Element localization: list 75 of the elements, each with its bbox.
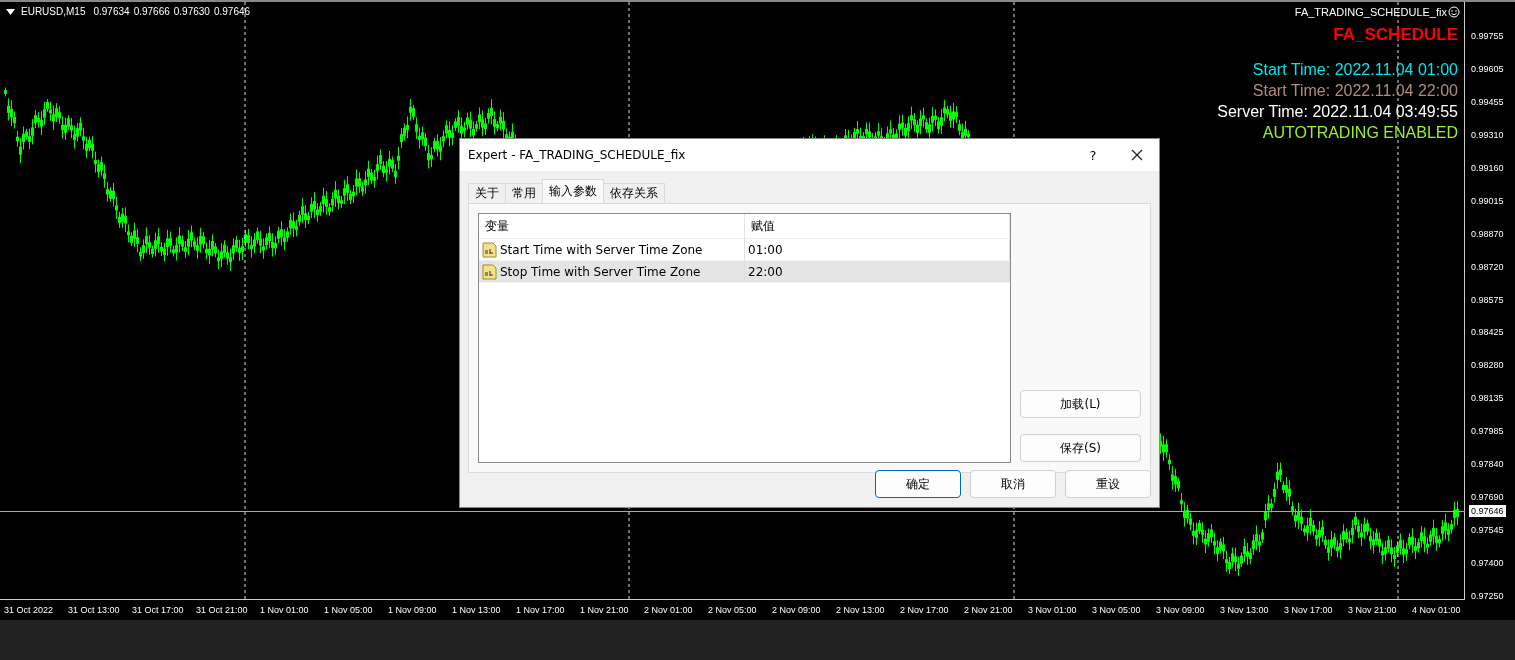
indicator-title: FA_SCHEDULE	[1333, 25, 1458, 45]
time-label: 1 Nov 01:00	[260, 605, 310, 615]
help-button[interactable]: ?	[1071, 140, 1115, 170]
price-label: 0.97840	[1470, 458, 1504, 471]
status-line: Server Time: 2022.11.04 03:49:55	[1217, 102, 1458, 122]
price-label: 0.99310	[1470, 128, 1504, 141]
price-label: 0.99755	[1470, 30, 1504, 42]
dropdown-icon[interactable]	[6, 8, 15, 15]
price-label: 0.98870	[1470, 227, 1504, 240]
time-label: 1 Nov 09:00	[388, 605, 438, 615]
time-label: 1 Nov 05:00	[324, 605, 374, 615]
time-label: 31 Oct 21:00	[196, 605, 249, 615]
time-label: 31 Oct 2022	[4, 605, 55, 615]
price-quote: 0.97634	[93, 6, 130, 17]
time-label: 2 Nov 05:00	[708, 605, 758, 615]
time-label: 3 Nov 21:00	[1348, 605, 1398, 615]
time-label: 1 Nov 21:00	[580, 605, 630, 615]
price-quote: 0.97666	[133, 6, 170, 17]
time-label: 3 Nov 09:00	[1156, 605, 1206, 615]
status-line: Start Time: 2022.11.04 01:00	[1252, 60, 1458, 80]
price-label: 0.99455	[1470, 95, 1504, 108]
time-label: 3 Nov 01:00	[1028, 605, 1078, 615]
time-label: 3 Nov 05:00	[1092, 605, 1142, 615]
price-label: 0.98720	[1470, 260, 1504, 273]
price-label: 0.98135	[1470, 392, 1504, 405]
time-label: 3 Nov 17:00	[1284, 605, 1334, 615]
price-label: 0.98575	[1470, 293, 1504, 306]
parameter-value: 01:00	[745, 239, 1010, 260]
time-label: 2 Nov 21:00	[964, 605, 1014, 615]
parameter-name: Stop Time with Server Time Zone	[500, 264, 701, 279]
time-label: 4 Nov 01:00	[1412, 605, 1462, 615]
time-label: 2 Nov 17:00	[900, 605, 950, 615]
time-label: 31 Oct 13:00	[68, 605, 121, 615]
status-line: Start Time: 2022.11.04 22:00	[1252, 81, 1458, 101]
dialog-button[interactable]: 重设	[1065, 470, 1151, 498]
tab[interactable]: 输入参数	[542, 179, 604, 203]
price-label: 0.97250	[1470, 589, 1504, 602]
status-line: AUTOTRADING ENABLED	[1262, 123, 1458, 143]
column-header[interactable]: 变量	[479, 214, 745, 238]
dialog-button[interactable]: 取消	[970, 470, 1056, 498]
dialog-button[interactable]: 确定	[875, 470, 961, 498]
price-label: 0.99605	[1470, 62, 1504, 75]
parameter-name: Start Time with Server Time Zone	[500, 242, 703, 257]
close-icon	[1131, 149, 1143, 161]
price-label: 0.97400	[1470, 557, 1504, 569]
parameter-value: 22:00	[745, 261, 1010, 282]
price-label: 0.98425	[1470, 326, 1504, 339]
window-title: Expert - FA_TRADING_SCHEDULE_fix	[468, 148, 687, 162]
price-label: 0.99015	[1470, 194, 1504, 207]
time-label: 2 Nov 13:00	[836, 605, 886, 615]
time-label: 31 Oct 17:00	[132, 605, 185, 615]
price-label: 0.99160	[1470, 161, 1504, 174]
price-label: 0.98280	[1470, 359, 1504, 372]
tab[interactable]: 关于	[468, 183, 506, 203]
time-label: 3 Nov 13:00	[1220, 605, 1270, 615]
price-label: 0.97690	[1470, 491, 1504, 504]
expert-name: FA_TRADING_SCHEDULE_fix	[1294, 6, 1447, 18]
side-button[interactable]: 加载(L)	[1020, 390, 1141, 418]
symbol-label: EURUSD,M15	[21, 6, 86, 17]
price-quote: 0.97646	[213, 6, 251, 17]
price-label: 0.97545	[1470, 524, 1504, 537]
time-label: 1 Nov 17:00	[516, 605, 566, 615]
side-button[interactable]: 保存(S)	[1020, 434, 1141, 462]
column-header[interactable]: 赋值	[745, 214, 1010, 238]
current-price-label: 0.97646	[1469, 505, 1506, 517]
time-label: 2 Nov 09:00	[772, 605, 822, 615]
price-label: 0.97985	[1470, 425, 1504, 438]
tab[interactable]: 依存关系	[603, 183, 665, 203]
parameter-icon	[482, 241, 497, 258]
price-quote: 0.97630	[173, 6, 210, 17]
parameter-icon	[482, 263, 497, 280]
parameter-row[interactable]: Stop Time with Server Time Zone 22:00	[479, 261, 1010, 283]
smiley-icon	[1448, 6, 1460, 18]
time-label: 1 Nov 13:00	[452, 605, 502, 615]
time-label: 2 Nov 01:00	[644, 605, 694, 615]
